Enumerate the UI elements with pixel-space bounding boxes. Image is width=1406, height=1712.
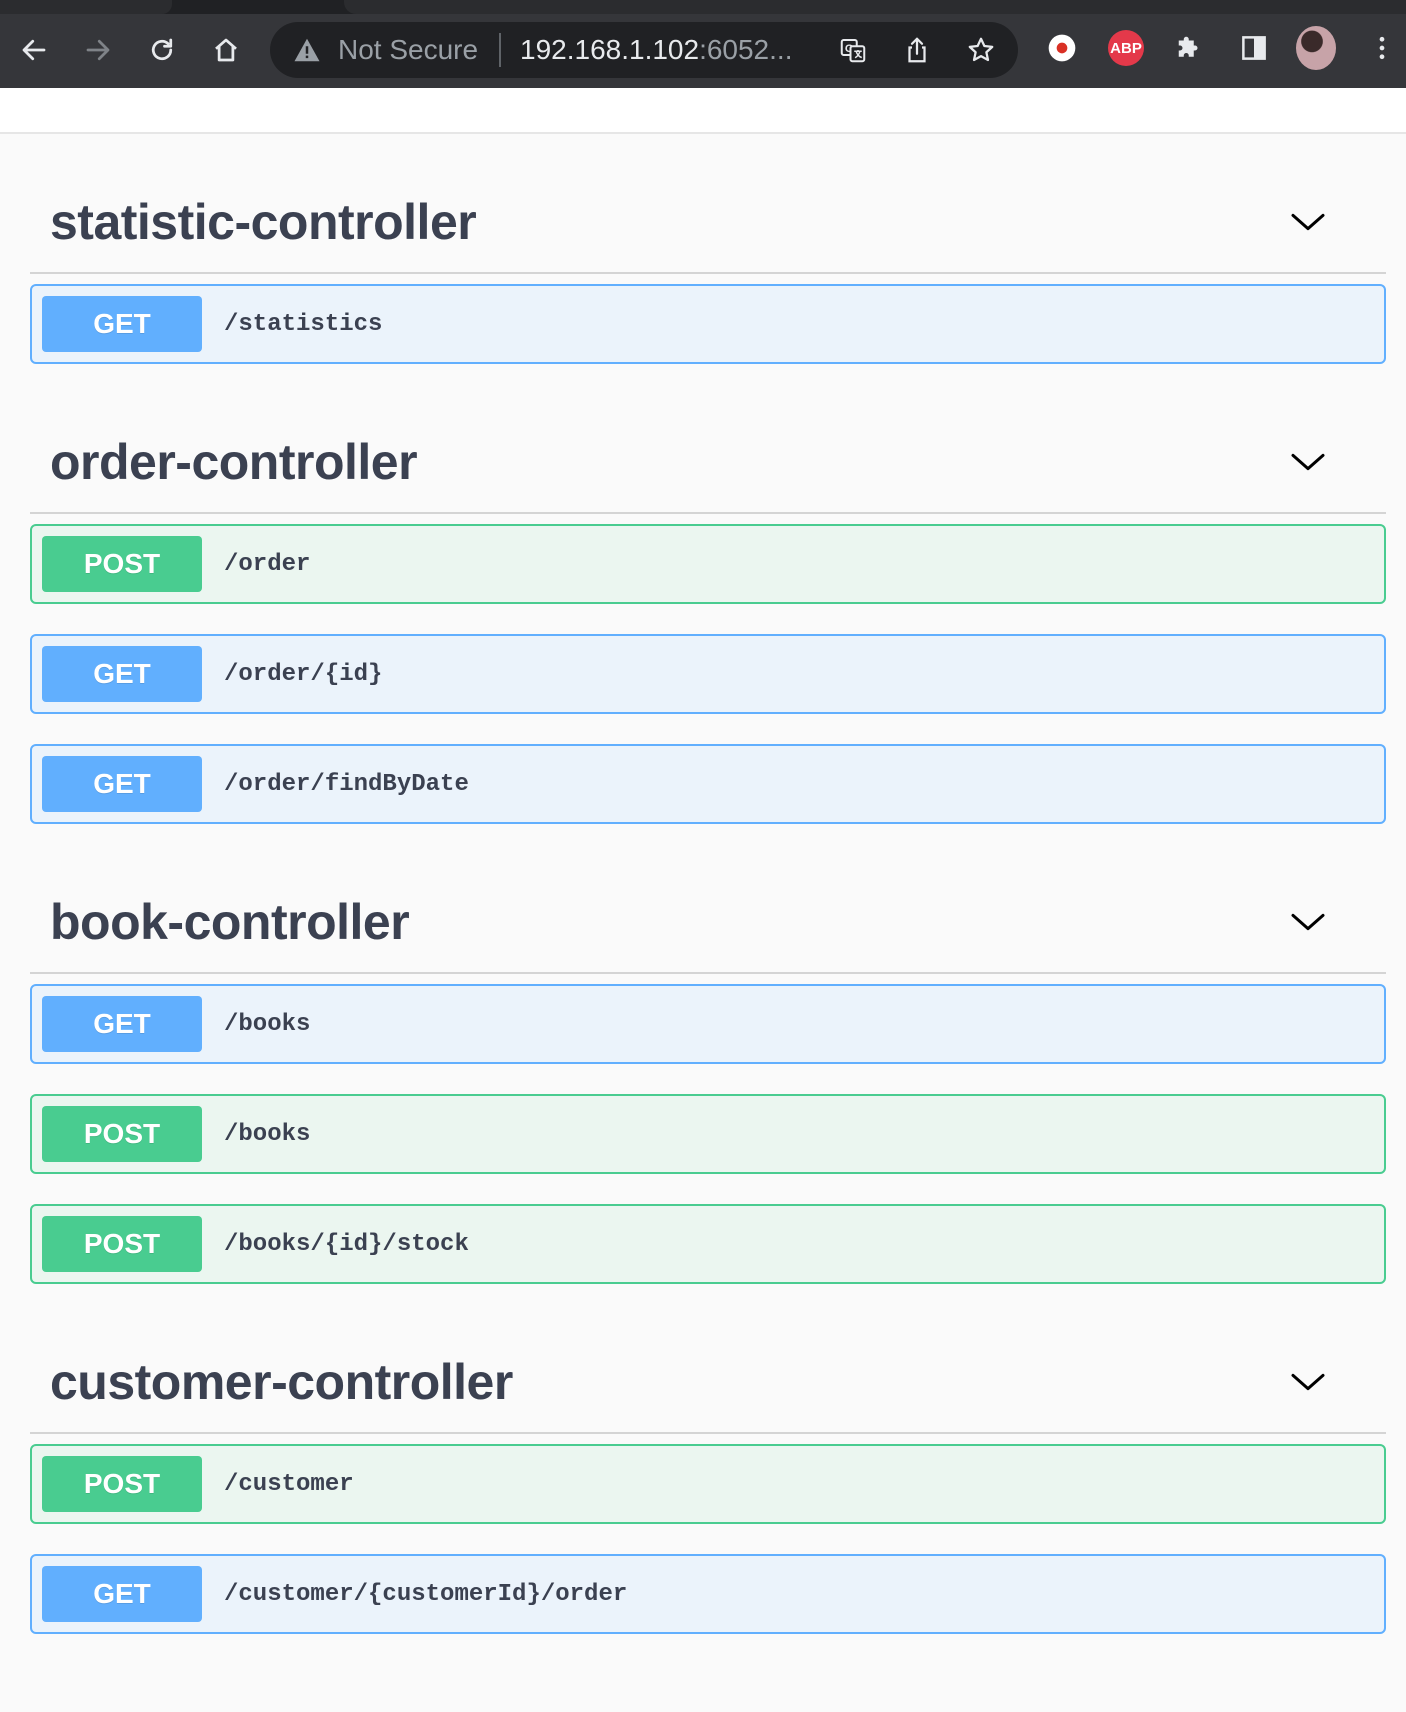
omnibox-divider <box>499 33 501 67</box>
group-divider <box>30 1432 1386 1434</box>
bookmark-button[interactable] <box>964 33 998 67</box>
tab-strip <box>0 0 1406 14</box>
http-method-badge: GET <box>42 296 202 352</box>
operation-group: error-handler <box>30 1644 1386 1712</box>
operation-row[interactable]: GET/order/findByDate <box>30 744 1386 824</box>
group-header[interactable]: book-controller <box>30 834 1386 974</box>
arrow-right-icon <box>86 39 110 61</box>
address-bar[interactable]: Not Secure 192.168.1.102:6052... G <box>270 22 1018 78</box>
operation-row[interactable]: GET/order/{id} <box>30 634 1386 714</box>
group-title[interactable]: customer-controller <box>50 1352 513 1412</box>
group-header[interactable]: customer-controller <box>30 1294 1386 1434</box>
reload-icon <box>151 38 173 61</box>
group-toggle-button[interactable] <box>1286 1360 1330 1404</box>
group-header[interactable]: order-controller <box>30 374 1386 514</box>
endpoint-path: /books/{id}/stock <box>224 1230 469 1258</box>
url-rest: :6052... <box>699 34 793 65</box>
group-title[interactable]: book-controller <box>50 892 410 952</box>
star-icon <box>968 37 994 62</box>
group-toggle-button[interactable] <box>1286 440 1330 484</box>
operation-group: book-controller GET/books POST/books POST/b… <box>30 834 1386 1284</box>
chevron-down-icon <box>1291 1373 1325 1391</box>
group-title[interactable]: statistic-controller <box>50 192 477 252</box>
group-toggle-button[interactable] <box>1286 900 1330 944</box>
http-method-badge: POST <box>42 1106 202 1162</box>
url-host: 192.168.1.102 <box>520 34 700 65</box>
adblock-icon: ABP <box>1108 30 1144 66</box>
tab-left[interactable] <box>0 0 172 14</box>
operation-row[interactable]: POST/order <box>30 524 1386 604</box>
extensions-button[interactable] <box>1170 28 1210 68</box>
http-method-badge: POST <box>42 536 202 592</box>
operation-row[interactable]: POST/books/{id}/stock <box>30 1204 1386 1284</box>
operation-row[interactable]: GET/customer/{customerId}/order <box>30 1554 1386 1634</box>
endpoint-path: /books <box>224 1010 311 1038</box>
security-label[interactable]: Not Secure <box>338 35 478 65</box>
group-header[interactable]: error-handler <box>30 1644 1386 1712</box>
forward-button[interactable] <box>74 26 122 74</box>
profile-button[interactable] <box>1296 26 1336 70</box>
group-title[interactable]: order-controller <box>50 432 418 492</box>
home-button[interactable] <box>202 26 250 74</box>
reload-button[interactable] <box>138 26 186 74</box>
http-method-badge: GET <box>42 756 202 812</box>
group-title[interactable]: error-handler <box>50 1702 358 1712</box>
endpoint-path: /order/{id} <box>224 660 383 688</box>
share-icon <box>908 37 926 63</box>
group-divider <box>30 512 1386 514</box>
operation-group: customer-controller POST/customer GET/cust… <box>30 1294 1386 1634</box>
group-divider <box>30 972 1386 974</box>
warning-icon[interactable] <box>292 35 322 65</box>
endpoint-path: /order <box>224 550 311 578</box>
endpoint-path: /customer/{customerId}/order <box>224 1580 628 1608</box>
avatar <box>1296 26 1336 70</box>
http-method-badge: POST <box>42 1216 202 1272</box>
group-divider <box>30 272 1386 274</box>
page-topbar <box>0 88 1406 134</box>
http-method-badge: GET <box>42 646 202 702</box>
puzzle-icon <box>1178 36 1198 57</box>
operation-row[interactable]: GET/books <box>30 984 1386 1064</box>
home-icon <box>215 38 237 62</box>
recorder-extension-button[interactable] <box>1042 28 1082 68</box>
tab-right[interactable] <box>344 0 1406 14</box>
operation-row[interactable]: POST/customer <box>30 1444 1386 1524</box>
operation-group: order-controller POST/order GET/order/{id}… <box>30 374 1386 824</box>
url-text[interactable]: 192.168.1.102:6052... <box>520 35 792 65</box>
group-header[interactable]: statistic-controller <box>30 134 1386 274</box>
http-method-badge: POST <box>42 1456 202 1512</box>
http-method-badge: GET <box>42 996 202 1052</box>
group-toggle-button[interactable] <box>1286 200 1330 244</box>
operation-row[interactable]: GET/statistics <box>30 284 1386 364</box>
back-button[interactable] <box>10 26 58 74</box>
translate-button[interactable]: G <box>836 33 870 67</box>
chevron-down-icon <box>1291 913 1325 931</box>
endpoint-path: /order/findByDate <box>224 770 469 798</box>
api-groups: statistic-controller GET/statistics order-… <box>30 134 1386 1712</box>
translate-icon: G <box>840 39 866 63</box>
side-panel-icon <box>1242 36 1266 60</box>
browser-toolbar: Not Secure 192.168.1.102:6052... G ABP <box>0 0 1406 88</box>
operation-row[interactable]: POST/books <box>30 1094 1386 1174</box>
chevron-down-icon <box>1291 453 1325 471</box>
more-vertical-icon <box>1379 36 1385 60</box>
adblock-extension-button[interactable]: ABP <box>1106 28 1146 68</box>
http-method-badge: GET <box>42 1566 202 1622</box>
operation-group: statistic-controller GET/statistics <box>30 134 1386 364</box>
endpoint-path: /statistics <box>224 310 383 338</box>
endpoint-path: /customer <box>224 1470 354 1498</box>
chevron-down-icon <box>1291 213 1325 231</box>
endpoint-path: /books <box>224 1120 311 1148</box>
menu-button[interactable] <box>1362 28 1402 68</box>
side-panel-button[interactable] <box>1234 28 1274 68</box>
arrow-left-icon <box>22 39 46 61</box>
share-button[interactable] <box>900 33 934 67</box>
record-icon <box>1048 34 1076 62</box>
